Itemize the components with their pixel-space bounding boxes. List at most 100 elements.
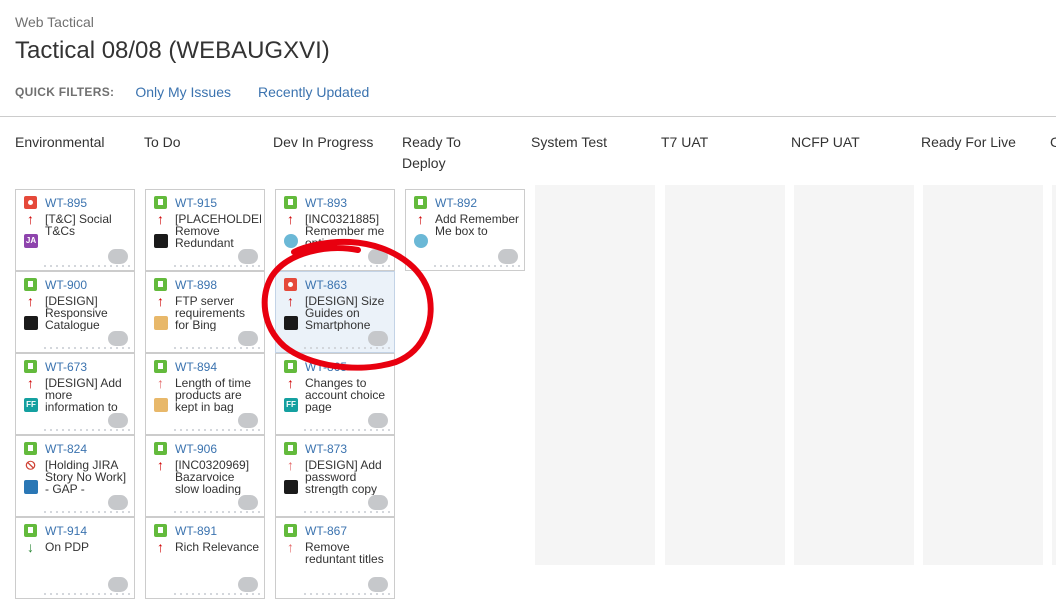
column-system-test — [535, 185, 655, 565]
flag-icon[interactable] — [108, 577, 128, 592]
days-in-column-indicator — [42, 429, 130, 431]
days-in-column-indicator — [172, 429, 260, 431]
issue-card[interactable]: ↑ WT-891 Rich Relevance — [145, 517, 265, 599]
issue-key[interactable]: WT-873 — [305, 442, 347, 456]
issue-card[interactable]: ↑ WT-863 [DESIGN] Size Guides on Smartphon… — [275, 271, 395, 353]
issue-summary: Changes to account choice page — [305, 377, 386, 413]
story-icon — [414, 196, 427, 209]
issue-key[interactable]: WT-895 — [45, 196, 87, 210]
issue-card[interactable]: ↑ WT-898 FTP server requirements for Bing — [145, 271, 265, 353]
column-header-partial: C — [1050, 134, 1056, 150]
story-icon — [284, 196, 297, 209]
flag-icon[interactable] — [368, 495, 388, 510]
flag-icon[interactable] — [108, 495, 128, 510]
high-priority-icon: ↑ — [27, 211, 34, 227]
issue-summary: Rich Relevance — [175, 541, 260, 554]
column-header-system-test: System Test — [531, 134, 607, 150]
project-name[interactable]: Web Tactical — [15, 14, 94, 30]
flag-icon[interactable] — [368, 331, 388, 346]
issue-card[interactable]: ↑ WT-873 [DESIGN] Add password strength co… — [275, 435, 395, 517]
days-in-column-indicator — [42, 347, 130, 349]
flag-icon[interactable] — [368, 413, 388, 428]
column-header-t7-uat: T7 UAT — [661, 134, 709, 150]
issue-key[interactable]: WT-824 — [45, 442, 87, 456]
issue-summary: [INC0321885] Remember me option — [305, 213, 385, 249]
story-icon — [284, 360, 297, 373]
issue-key[interactable]: WT-892 — [435, 196, 477, 210]
flag-icon[interactable] — [238, 249, 258, 264]
story-icon — [154, 196, 167, 209]
issue-key[interactable]: WT-891 — [175, 524, 217, 538]
flag-icon[interactable] — [108, 331, 128, 346]
issue-key[interactable]: WT-867 — [305, 524, 347, 538]
high-priority-icon: ↑ — [27, 375, 34, 391]
column-partial — [1052, 185, 1056, 565]
days-in-column-indicator — [432, 265, 520, 267]
issue-key[interactable]: WT-894 — [175, 360, 217, 374]
story-icon — [154, 360, 167, 373]
issue-key[interactable]: WT-914 — [45, 524, 87, 538]
flag-icon[interactable] — [108, 413, 128, 428]
issue-card[interactable]: ↑ WT-867 Remove reduntant titles — [275, 517, 395, 599]
assignee-avatar: JA — [24, 234, 38, 248]
issue-card[interactable]: ↑ WT-673 [DESIGN] Add more information to F… — [15, 353, 135, 435]
days-in-column-indicator — [42, 511, 130, 513]
flag-icon[interactable] — [238, 413, 258, 428]
issue-summary: [DESIGN] Add more information to — [45, 377, 122, 413]
flag-icon[interactable] — [368, 249, 388, 264]
days-in-column-indicator — [302, 429, 390, 431]
issue-card[interactable]: ⦸ WT-824 [Holding JIRA Story No Work] - GA… — [15, 435, 135, 517]
days-in-column-indicator — [302, 511, 390, 513]
issue-card[interactable]: ↓ WT-914 On PDP — [15, 517, 135, 599]
story-icon — [24, 442, 37, 455]
column-header-environmental: Environmental — [15, 134, 105, 150]
high-priority-icon: ↑ — [417, 211, 424, 227]
flag-icon[interactable] — [368, 577, 388, 592]
filter-recently-updated[interactable]: Recently Updated — [258, 84, 369, 100]
story-icon — [24, 360, 37, 373]
days-in-column-indicator — [172, 511, 260, 513]
flag-icon[interactable] — [498, 249, 518, 264]
flag-icon[interactable] — [238, 577, 258, 592]
issue-summary: Add Remember Me box to — [435, 213, 520, 238]
story-icon — [154, 278, 167, 291]
issue-key[interactable]: WT-906 — [175, 442, 217, 456]
column-t7-uat — [665, 185, 785, 565]
face-avatar — [284, 234, 298, 248]
high-priority-icon: ↑ — [157, 293, 164, 309]
issue-summary: Length of time products are kept in bag — [175, 377, 252, 413]
days-in-column-indicator — [42, 265, 130, 267]
issue-summary: [INC0320969] Bazarvoice slow loading — [175, 459, 250, 495]
flag-icon[interactable] — [238, 331, 258, 346]
issue-card[interactable]: ↑ WT-865 Changes to account choice page FF — [275, 353, 395, 435]
issue-card[interactable]: ↑ WT-892 Add Remember Me box to — [405, 189, 525, 271]
issue-key[interactable]: WT-673 — [45, 360, 87, 374]
issue-key[interactable]: WT-898 — [175, 278, 217, 292]
issue-card[interactable]: ↑ WT-900 [DESIGN] Responsive Catalogue — [15, 271, 135, 353]
assignee-avatar: FF — [284, 398, 298, 412]
story-icon — [154, 442, 167, 455]
issue-card[interactable]: ↑ WT-915 [PLACEHOLDER] Remove Redundant — [145, 189, 265, 271]
issue-summary: Remove reduntant titles — [305, 541, 384, 566]
mask-avatar — [24, 316, 38, 330]
filter-only-my-issues[interactable]: Only My Issues — [135, 84, 231, 100]
issue-card[interactable]: ↑ WT-906 [INC0320969] Bazarvoice slow load… — [145, 435, 265, 517]
story-icon — [24, 278, 37, 291]
issue-card[interactable]: ↑ WT-895 [T&C] Social T&Cs JA — [15, 189, 135, 271]
days-in-column-indicator — [172, 265, 260, 267]
issue-summary: [DESIGN] Responsive Catalogue — [45, 295, 108, 331]
blocker-icon: ⦸ — [25, 456, 36, 473]
issue-card[interactable]: ↑ WT-894 Length of time products are kept … — [145, 353, 265, 435]
issue-card[interactable]: ↑ WT-893 [INC0321885] Remember me option — [275, 189, 395, 271]
flag-icon[interactable] — [108, 249, 128, 264]
issue-key[interactable]: WT-915 — [175, 196, 217, 210]
bird-avatar — [154, 316, 168, 330]
column-ncfp-uat — [794, 185, 914, 565]
flag-icon[interactable] — [238, 495, 258, 510]
quick-filters: QUICK FILTERS: Only My Issues Recently U… — [15, 83, 396, 101]
issue-key[interactable]: WT-900 — [45, 278, 87, 292]
issue-summary: On PDP — [45, 541, 90, 554]
issue-key[interactable]: WT-865 — [305, 360, 347, 374]
issue-key[interactable]: WT-893 — [305, 196, 347, 210]
issue-key[interactable]: WT-863 — [305, 278, 347, 292]
